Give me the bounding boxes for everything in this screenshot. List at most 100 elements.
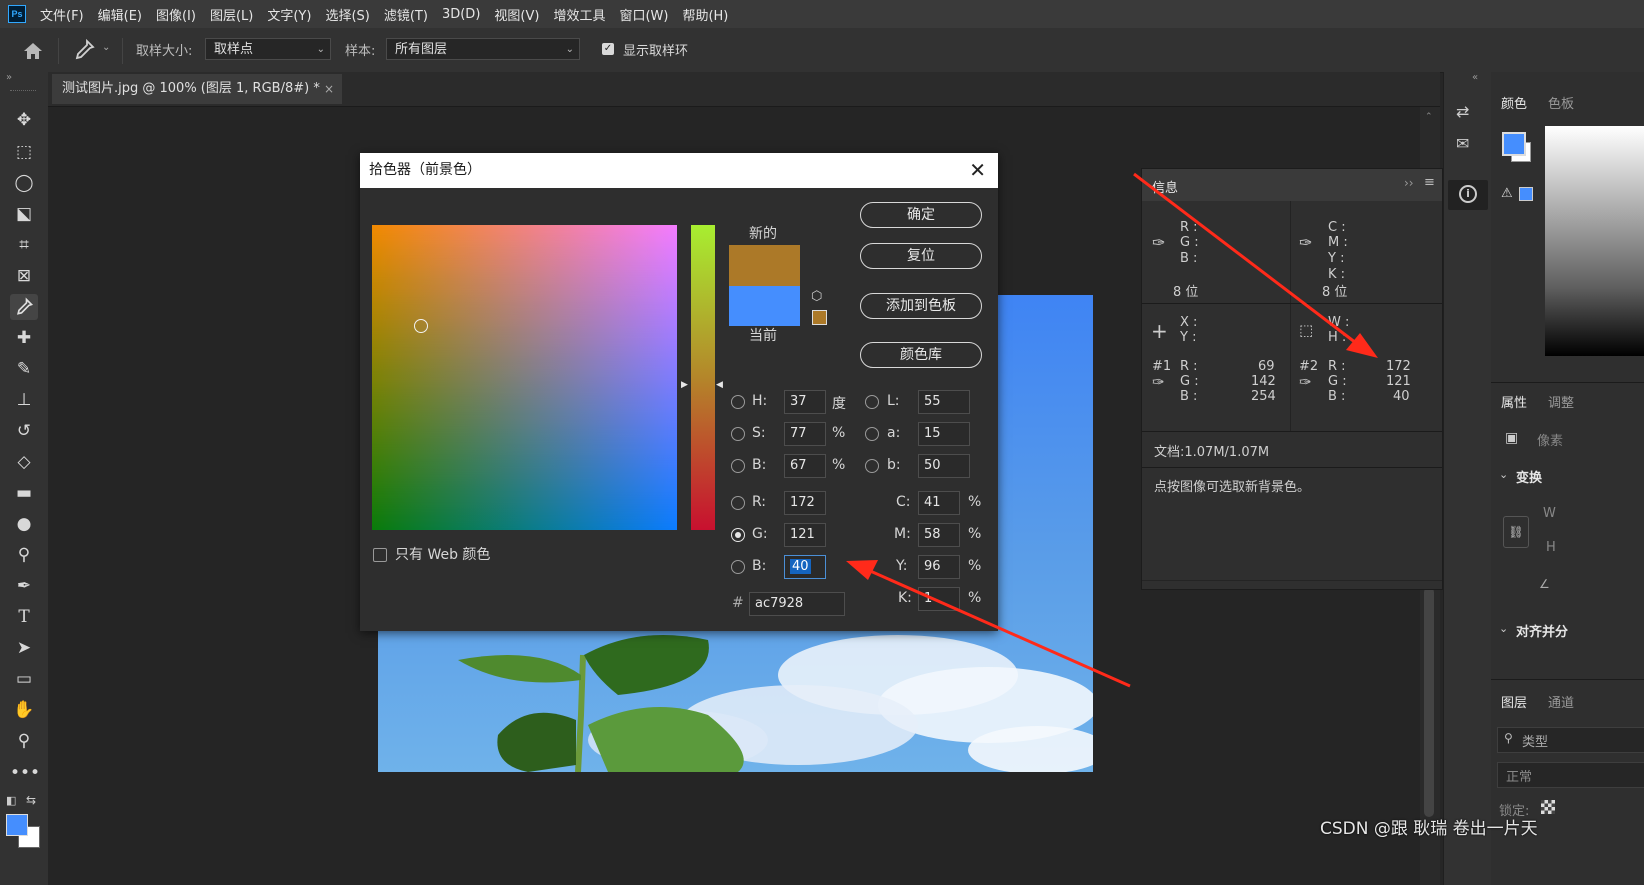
eyedropper-tool-icon[interactable]: [72, 38, 98, 62]
panel-menu-icon[interactable]: ≡: [1424, 175, 1435, 190]
eyedropper-tool-icon[interactable]: [10, 294, 38, 320]
document-tab[interactable]: 测试图片.jpg @ 100% (图层 1, RGB/8#) * ×: [52, 74, 342, 104]
slider-left-arrow-icon[interactable]: ▶: [681, 380, 688, 390]
blue-radio[interactable]: [731, 560, 745, 574]
reset-button[interactable]: 复位: [860, 243, 982, 269]
a-radio[interactable]: [865, 427, 879, 441]
menu-layer[interactable]: 图层(L): [210, 5, 253, 24]
menu-3d[interactable]: 3D(D): [442, 7, 480, 22]
comments-icon[interactable]: ✉: [1456, 134, 1469, 153]
info-panel-button[interactable]: i: [1448, 180, 1488, 210]
sample-size-select[interactable]: 取样点 ⌄: [205, 38, 331, 60]
menu-file[interactable]: 文件(F): [40, 5, 84, 24]
current-color-swatch[interactable]: [729, 286, 800, 326]
r-radio[interactable]: [731, 496, 745, 510]
l-radio[interactable]: [865, 395, 879, 409]
close-icon[interactable]: ✕: [969, 153, 986, 188]
default-colors-icon[interactable]: ◧: [6, 794, 16, 807]
history-icon[interactable]: ⇄: [1456, 102, 1469, 121]
collapse-arrows-icon[interactable]: »: [6, 72, 12, 83]
scrollbar-thumb[interactable]: [1424, 587, 1434, 817]
panel-resize-handle[interactable]: [1142, 580, 1442, 590]
g-input[interactable]: 121: [784, 523, 826, 547]
frame-tool-icon[interactable]: ⊠: [10, 263, 38, 289]
color-libraries-button[interactable]: 颜色库: [860, 342, 982, 368]
brush-tool-icon[interactable]: ✎: [10, 356, 38, 382]
transform-section[interactable]: 变换: [1516, 467, 1542, 486]
h-radio[interactable]: [731, 395, 745, 409]
menu-window[interactable]: 窗口(W): [619, 5, 668, 24]
h-input[interactable]: 37: [784, 390, 826, 414]
history-brush-icon[interactable]: ↺: [10, 418, 38, 444]
chevron-down-icon[interactable]: ⌄: [1499, 468, 1508, 481]
foreground-color-swatch[interactable]: [1502, 132, 1526, 156]
home-icon[interactable]: [20, 39, 46, 63]
object-select-tool-icon[interactable]: ⬕: [10, 201, 38, 227]
slider-right-arrow-icon[interactable]: ◀: [716, 380, 723, 390]
blur-tool-icon[interactable]: ●: [10, 511, 38, 537]
eraser-tool-icon[interactable]: ◇: [10, 449, 38, 475]
blue-input[interactable]: 40: [784, 555, 826, 579]
lock-transparency-icon[interactable]: [1541, 800, 1555, 814]
tool-preset-chevron-icon[interactable]: ⌄: [102, 42, 110, 53]
rectangle-tool-icon[interactable]: ▭: [10, 666, 38, 692]
web-only-checkbox[interactable]: [373, 548, 387, 562]
gamut-cube-icon[interactable]: ⬡: [811, 289, 822, 304]
path-select-tool-icon[interactable]: ➤: [10, 635, 38, 661]
color-tab[interactable]: 颜色: [1501, 93, 1527, 112]
web-safe-swatch-icon[interactable]: [812, 310, 827, 325]
lab-b-radio[interactable]: [865, 459, 879, 473]
c-input[interactable]: 41: [918, 491, 960, 515]
align-section[interactable]: 对齐并分: [1516, 621, 1568, 640]
hand-tool-icon[interactable]: ✋: [10, 697, 38, 723]
l-input[interactable]: 55: [918, 390, 970, 414]
toolbar-grip[interactable]: [10, 90, 36, 93]
swap-colors-icon[interactable]: ⇆: [26, 793, 36, 807]
show-ring-checkbox[interactable]: ✓: [602, 43, 614, 55]
y-input[interactable]: 96: [918, 555, 960, 579]
add-to-swatches-button[interactable]: 添加到色板: [860, 293, 982, 319]
adjustments-tab[interactable]: 调整: [1548, 392, 1574, 411]
type-tool-icon[interactable]: T: [10, 604, 38, 630]
more-tools-icon[interactable]: •••: [10, 760, 40, 786]
a-input[interactable]: 15: [918, 422, 970, 446]
menu-help[interactable]: 帮助(H): [682, 5, 728, 24]
s-input[interactable]: 77: [784, 422, 826, 446]
hue-slider[interactable]: [691, 225, 715, 530]
k-input[interactable]: 1: [918, 587, 960, 611]
collapse-arrows-icon[interactable]: ››: [1404, 176, 1414, 190]
hex-input[interactable]: ac7928: [749, 592, 845, 616]
info-tab[interactable]: 信息: [1152, 177, 1178, 196]
warning-icon[interactable]: ⚠: [1501, 186, 1513, 201]
lasso-tool-icon[interactable]: ◯: [10, 170, 38, 196]
s-radio[interactable]: [731, 427, 745, 441]
color-spectrum[interactable]: [1545, 126, 1644, 356]
color-field[interactable]: [372, 225, 677, 530]
menu-plugins[interactable]: 增效工具: [553, 5, 605, 24]
stamp-tool-icon[interactable]: ⊥: [10, 387, 38, 413]
lab-b-input[interactable]: 50: [918, 454, 970, 478]
close-icon[interactable]: ×: [324, 74, 334, 104]
color-field-marker[interactable]: [414, 319, 428, 333]
menu-select[interactable]: 选择(S): [325, 5, 369, 24]
pen-tool-icon[interactable]: ✒: [10, 573, 38, 599]
scroll-up-icon[interactable]: ⌃: [1425, 112, 1433, 122]
collapse-arrows-icon[interactable]: «: [1472, 72, 1478, 83]
g-radio[interactable]: [731, 528, 745, 542]
crop-tool-icon[interactable]: ⌗: [10, 232, 38, 258]
brightness-radio[interactable]: [731, 459, 745, 473]
layers-tab[interactable]: 图层: [1501, 692, 1527, 711]
channels-tab[interactable]: 通道: [1548, 692, 1574, 711]
m-input[interactable]: 58: [918, 523, 960, 547]
swatches-tab[interactable]: 色板: [1548, 93, 1574, 112]
r-input[interactable]: 172: [784, 491, 826, 515]
dodge-tool-icon[interactable]: ⚲: [10, 542, 38, 568]
move-tool-icon[interactable]: ✥: [10, 107, 38, 133]
menu-filter[interactable]: 滤镜(T): [384, 5, 428, 24]
zoom-tool-icon[interactable]: ⚲: [10, 728, 38, 754]
gamut-swatch-icon[interactable]: [1519, 187, 1533, 201]
ok-button[interactable]: 确定: [860, 202, 982, 228]
menu-type[interactable]: 文字(Y): [267, 5, 311, 24]
menu-view[interactable]: 视图(V): [494, 5, 539, 24]
gradient-tool-icon[interactable]: ▬: [10, 480, 38, 506]
